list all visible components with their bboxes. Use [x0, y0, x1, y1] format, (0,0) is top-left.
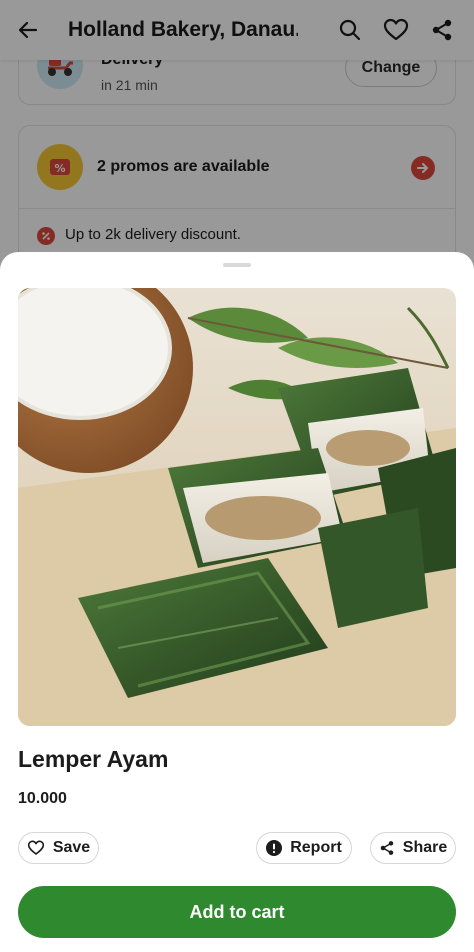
product-name: Lemper Ayam: [18, 746, 169, 772]
product-price: 10.000: [18, 790, 67, 807]
product-image: [18, 288, 456, 726]
share-button[interactable]: Share: [370, 832, 456, 864]
add-to-cart-button[interactable]: Add to cart: [18, 886, 456, 938]
share-label: Share: [402, 839, 448, 856]
save-button[interactable]: Save: [18, 832, 99, 864]
heart-outline-icon: [27, 840, 45, 856]
report-label: Report: [290, 839, 342, 856]
product-bottom-sheet: Lemper Ayam 10.000 Save Report Share Add…: [0, 252, 474, 952]
screen: Delivery in 21 min Change % 2 promos are…: [0, 0, 474, 952]
save-label: Save: [52, 839, 91, 856]
sheet-drag-handle[interactable]: [223, 263, 251, 267]
alert-icon: [266, 840, 283, 856]
share-icon: [379, 840, 395, 856]
report-button[interactable]: Report: [256, 832, 352, 864]
